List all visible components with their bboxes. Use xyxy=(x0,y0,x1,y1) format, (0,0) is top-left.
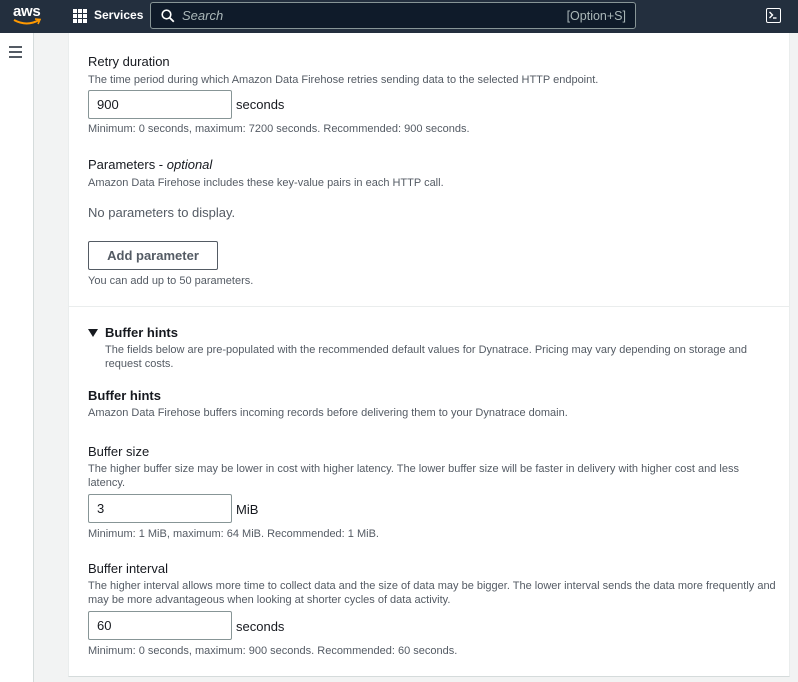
top-navigation: aws Services [Option+S] xyxy=(0,0,798,33)
buffer-size-description: The higher buffer size may be lower in c… xyxy=(88,463,739,489)
menu-icon[interactable] xyxy=(9,46,22,58)
services-grid-icon[interactable] xyxy=(73,9,87,23)
buffer-interval-constraint: Minimum: 0 seconds, maximum: 900 seconds… xyxy=(88,645,458,657)
retry-duration-unit: seconds xyxy=(236,97,285,112)
search-input[interactable] xyxy=(182,8,482,23)
aws-logo-icon[interactable]: aws xyxy=(13,4,43,28)
aws-logo-text: aws xyxy=(13,3,41,20)
parameters-label: Parameters - optional xyxy=(88,157,213,172)
buffer-hints-toggle[interactable]: Buffer hints xyxy=(105,325,178,340)
search-icon xyxy=(161,9,175,23)
buffer-interval-input[interactable] xyxy=(88,611,232,640)
buffer-size-label: Buffer size xyxy=(88,444,150,459)
buffer-interval-unit: seconds xyxy=(236,619,285,634)
add-parameter-button[interactable]: Add parameter xyxy=(88,241,218,270)
buffer-hints-heading: Buffer hints xyxy=(88,388,161,403)
buffer-hints-toggle-description: The fields below are pre-populated with … xyxy=(105,344,748,370)
retry-duration-constraint: Minimum: 0 seconds, maximum: 7200 second… xyxy=(88,123,470,135)
parameters-empty-text: No parameters to display. xyxy=(88,205,236,220)
search-bar[interactable]: [Option+S] xyxy=(150,2,636,29)
buffer-size-unit: MiB xyxy=(236,502,259,517)
parameters-limit-text: You can add up to 50 parameters. xyxy=(88,275,254,287)
buffer-size-constraint: Minimum: 1 MiB, maximum: 64 MiB. Recomme… xyxy=(88,528,379,540)
buffer-hints-description: Amazon Data Firehose buffers incoming re… xyxy=(88,407,568,419)
cloudshell-icon[interactable] xyxy=(766,8,781,23)
side-navigation-rail xyxy=(0,33,34,682)
parameters-optional-tag: optional xyxy=(166,157,213,172)
caret-down-icon[interactable] xyxy=(88,329,98,337)
search-shortcut-hint: [Option+S] xyxy=(566,9,626,23)
retry-duration-description: The time period during which Amazon Data… xyxy=(88,74,599,86)
buffer-size-input[interactable] xyxy=(88,494,232,523)
settings-panel: Retry duration The time period during wh… xyxy=(68,33,790,677)
section-divider xyxy=(69,306,789,307)
retry-duration-label: Retry duration xyxy=(88,54,170,69)
buffer-interval-description: The higher interval allows more time to … xyxy=(88,580,776,606)
retry-duration-input[interactable] xyxy=(88,90,232,119)
parameters-description: Amazon Data Firehose includes these key-… xyxy=(88,177,444,189)
services-menu-button[interactable]: Services xyxy=(94,8,143,22)
buffer-interval-label: Buffer interval xyxy=(88,561,168,576)
